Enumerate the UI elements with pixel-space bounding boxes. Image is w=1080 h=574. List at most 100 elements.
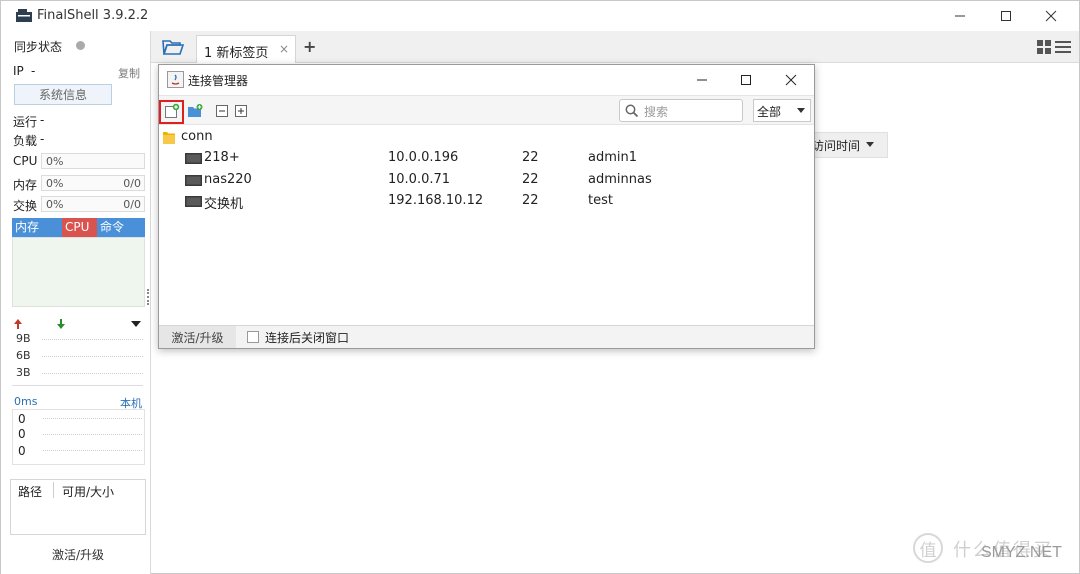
folder-open-icon[interactable] bbox=[161, 37, 185, 57]
search-placeholder: 搜索 bbox=[644, 105, 669, 119]
search-icon bbox=[625, 104, 639, 118]
net-rate-1: 9B bbox=[16, 332, 31, 345]
dialog-toolbar: 搜索 全部 bbox=[159, 95, 814, 125]
watermark-logo: 值 bbox=[913, 533, 943, 563]
connection-row[interactable]: 交换机 192.168.10.12 22 test bbox=[159, 190, 814, 212]
connection-user: admin1 bbox=[588, 150, 638, 165]
connection-row[interactable]: nas220 10.0.0.71 22 adminnas bbox=[159, 169, 814, 191]
dialog-close-button[interactable] bbox=[768, 65, 814, 95]
tab-new[interactable]: 1 新标签页 × bbox=[196, 35, 296, 63]
window-title: FinalShell 3.9.2.2 bbox=[37, 8, 149, 23]
latency-value-1: 0 bbox=[18, 412, 26, 426]
sysinfo-button[interactable]: 系统信息 bbox=[14, 84, 112, 105]
activate-link[interactable]: 激活/升级 bbox=[52, 546, 104, 563]
connection-port: 22 bbox=[522, 150, 539, 165]
add-tab-button[interactable]: + bbox=[303, 37, 316, 56]
process-tabs: 内存 CPU 命令 bbox=[12, 218, 145, 237]
close-icon bbox=[1045, 10, 1057, 22]
connection-port: 22 bbox=[522, 193, 539, 208]
maximize-icon bbox=[1001, 11, 1011, 21]
folder-icon bbox=[163, 132, 175, 144]
latency-graph: 0 0 0 bbox=[12, 409, 145, 465]
swap-label: 交换 bbox=[13, 199, 38, 213]
mem-value: 0% bbox=[46, 177, 64, 190]
connection-host: 10.0.0.71 bbox=[388, 172, 451, 187]
load-label: 负载 bbox=[13, 134, 38, 148]
grid-line bbox=[43, 418, 142, 419]
connection-port: 22 bbox=[522, 172, 539, 187]
tab-memory[interactable]: 内存 bbox=[12, 218, 62, 237]
connection-manager-dialog: 连接管理器 搜索 全部 conn 218+ 10.0.0.196 22 admi… bbox=[158, 64, 815, 349]
ip-value: - bbox=[31, 64, 36, 78]
dialog-title: 连接管理器 bbox=[188, 74, 249, 88]
splitter-handle[interactable] bbox=[147, 289, 149, 305]
maximize-icon bbox=[741, 75, 751, 85]
swap-value: 0% bbox=[46, 198, 64, 211]
uptime-value: - bbox=[40, 113, 45, 127]
cpu-label: CPU bbox=[13, 154, 38, 168]
connection-row[interactable]: 218+ 10.0.0.196 22 admin1 bbox=[159, 147, 814, 169]
search-input[interactable]: 搜索 bbox=[619, 99, 743, 122]
connection-tree: conn 218+ 10.0.0.196 22 admin1 nas220 10… bbox=[159, 126, 814, 325]
activate-button[interactable]: 激活/升级 bbox=[159, 326, 236, 348]
connection-host: 10.0.0.196 bbox=[388, 150, 459, 165]
filter-select-value: 全部 bbox=[757, 105, 782, 119]
ip-label: IP bbox=[13, 64, 24, 78]
java-app-icon bbox=[167, 71, 184, 88]
copy-link[interactable]: 复制 bbox=[118, 65, 140, 81]
tab-cpu[interactable]: CPU bbox=[62, 218, 97, 237]
uptime-label: 运行 bbox=[13, 115, 38, 129]
close-after-connect-checkbox[interactable] bbox=[247, 331, 259, 343]
tab-close-icon[interactable]: × bbox=[279, 42, 289, 56]
mem-label: 内存 bbox=[13, 178, 38, 192]
sync-status-label: 同步状态 bbox=[14, 40, 63, 54]
grid-line bbox=[42, 339, 143, 340]
left-panel: 同步状态 IP - 复制 系统信息 运行 - 负载 - CPU 0% 内存 0%… bbox=[1, 31, 151, 574]
mem-meter: 0% 0/0 bbox=[41, 175, 145, 191]
connection-name: 交换机 bbox=[204, 197, 244, 212]
menu-icon[interactable] bbox=[1055, 40, 1071, 54]
network-graph: 9B 6B 3B bbox=[12, 319, 145, 387]
cpu-meter: 0% bbox=[41, 153, 145, 169]
close-icon bbox=[785, 74, 797, 86]
collapse-all-icon[interactable] bbox=[214, 103, 230, 119]
grid-line bbox=[43, 434, 142, 435]
latency-value-3: 0 bbox=[18, 444, 26, 458]
chevron-down-icon bbox=[866, 142, 875, 147]
new-folder-icon[interactable] bbox=[187, 103, 203, 119]
maximize-button[interactable] bbox=[983, 1, 1029, 31]
watermark-site: SMYZ.NET bbox=[981, 544, 1062, 561]
connection-name: 218+ bbox=[204, 150, 240, 165]
disk-col-path: 路径 bbox=[18, 485, 43, 499]
minimize-icon bbox=[697, 79, 707, 81]
terminal-icon bbox=[185, 153, 202, 164]
cpu-value: 0% bbox=[46, 155, 64, 168]
net-rate-2: 6B bbox=[16, 349, 31, 362]
expand-all-icon[interactable] bbox=[233, 103, 249, 119]
swap-total: 0/0 bbox=[123, 198, 141, 211]
close-button[interactable] bbox=[1028, 1, 1074, 31]
dialog-maximize-button[interactable] bbox=[723, 65, 769, 95]
dialog-minimize-button[interactable] bbox=[679, 65, 725, 95]
sort-dropdown[interactable]: 访问时间 bbox=[806, 132, 888, 158]
tab-bar: 1 新标签页 × + bbox=[151, 31, 1079, 63]
grid-line bbox=[42, 373, 143, 374]
folder-name: conn bbox=[181, 129, 213, 144]
grid-line bbox=[42, 356, 143, 357]
grid-view-icon[interactable] bbox=[1037, 40, 1051, 54]
swap-meter: 0% 0/0 bbox=[41, 196, 145, 212]
column-divider bbox=[53, 482, 54, 498]
filter-select[interactable]: 全部 bbox=[753, 99, 811, 122]
minimize-icon bbox=[955, 15, 965, 17]
grid-line bbox=[43, 450, 142, 451]
folder-row[interactable]: conn bbox=[159, 126, 814, 148]
minimize-button[interactable] bbox=[937, 1, 983, 31]
connection-name: nas220 bbox=[204, 172, 252, 187]
tab-command[interactable]: 命令 bbox=[97, 218, 145, 237]
connection-user: test bbox=[588, 193, 613, 208]
dialog-title-bar: 连接管理器 bbox=[159, 65, 814, 95]
new-connection-icon[interactable] bbox=[164, 103, 180, 119]
app-icon bbox=[16, 9, 32, 22]
tab-new-label: 1 新标签页 bbox=[204, 46, 269, 61]
connection-user: adminnas bbox=[588, 172, 652, 187]
